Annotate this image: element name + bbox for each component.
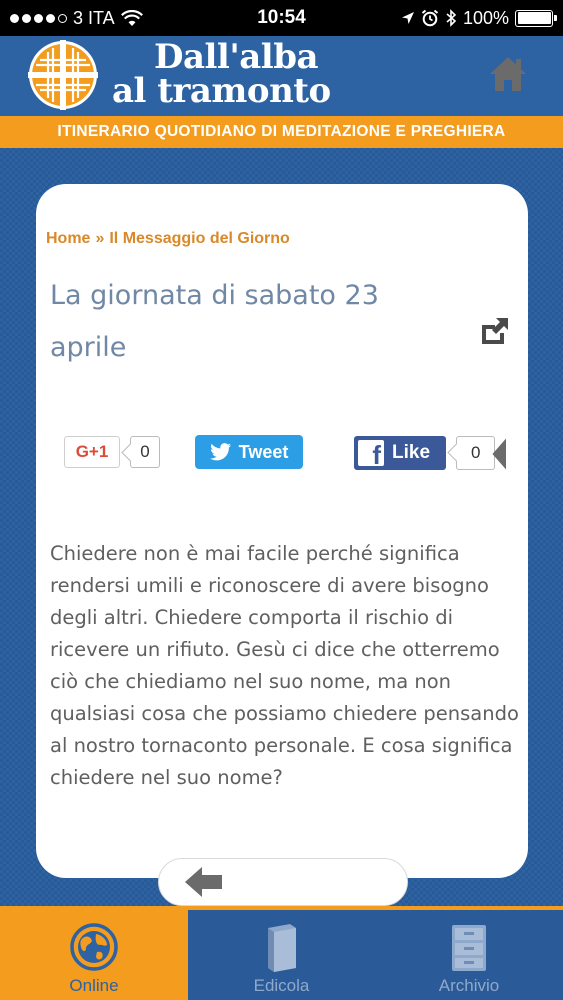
app-logo-title: Dall'alba al tramonto <box>112 40 331 108</box>
wifi-icon <box>120 9 143 26</box>
gplus-button[interactable]: G+1 <box>64 436 120 468</box>
status-left: 3 ITA <box>10 8 143 29</box>
battery-fill <box>517 12 551 24</box>
tagline-bar: ITINERARIO QUOTIDIANO DI MEDITAZIONE E P… <box>0 116 563 148</box>
alarm-icon <box>421 9 439 27</box>
filing-cabinet-icon <box>452 925 486 971</box>
back-button[interactable] <box>158 858 408 906</box>
tab-online-label: Online <box>69 976 119 995</box>
facebook-widget: f Like 0 <box>354 436 507 470</box>
globe-icon <box>70 923 118 971</box>
article-body: Chiedere non è mai facile perché signifi… <box>50 542 519 789</box>
tab-archivio[interactable]: Archivio <box>375 910 563 1000</box>
app-header: Dall'alba al tramonto <box>0 36 563 116</box>
status-right: 100% <box>401 7 557 29</box>
tab-edicola[interactable]: Edicola <box>188 910 375 1000</box>
facebook-like-label: Like <box>392 442 431 463</box>
bottom-tab-bar: Online Edicola Archivio <box>0 906 563 1000</box>
breadcrumb-home-link[interactable]: Home <box>46 230 90 247</box>
facebook-like-count-value: 0 <box>471 443 481 462</box>
carrier-name: 3 ITA <box>73 7 115 28</box>
share-external-icon[interactable] <box>478 314 512 348</box>
facebook-like-count: 0 <box>456 436 507 470</box>
signal-strength-icon <box>10 13 67 23</box>
book-icon <box>267 924 296 972</box>
battery-percentage: 100% <box>462 7 509 28</box>
facebook-like-button[interactable]: f Like <box>354 436 446 470</box>
status-bar: 3 ITA 10:54 100% <box>0 0 563 36</box>
facebook-logo-icon: f <box>358 440 384 466</box>
logo-line-2: al tramonto <box>112 71 331 111</box>
tagline-text: ITINERARIO QUOTIDIANO DI MEDITAZIONE E P… <box>57 123 506 140</box>
battery-icon <box>515 9 557 27</box>
tab-online[interactable]: Online <box>0 910 188 1000</box>
location-icon <box>401 12 414 24</box>
breadcrumb: Home » Il Messaggio del Giorno <box>46 230 290 248</box>
tweet-label: Tweet <box>238 441 289 462</box>
page-title: La giornata di sabato 23 aprile <box>50 280 379 363</box>
tweet-button[interactable]: Tweet <box>195 435 303 469</box>
facebook-corner-marker <box>492 438 507 470</box>
breadcrumb-current[interactable]: Il Messaggio del Giorno <box>109 230 289 247</box>
gplus-widget: G+1 0 <box>64 436 160 468</box>
gplus-count: 0 <box>130 436 160 468</box>
tab-archivio-label: Archivio <box>438 976 500 995</box>
logo-line-1: Dall'alba <box>154 37 319 77</box>
left-arrow-icon <box>185 867 222 897</box>
bluetooth-icon <box>446 9 457 27</box>
breadcrumb-separator: » <box>95 230 105 247</box>
tab-edicola-label: Edicola <box>253 976 310 995</box>
twitter-bird-icon <box>209 443 231 461</box>
home-icon[interactable] <box>488 54 528 94</box>
sunrise-cross-logo-icon <box>28 40 98 110</box>
content-card: Home » Il Messaggio del Giorno La giornata… <box>36 184 528 878</box>
